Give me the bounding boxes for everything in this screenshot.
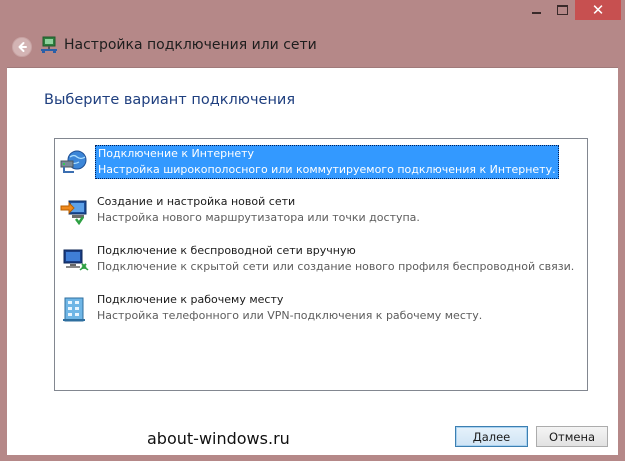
close-icon: ✕ bbox=[591, 1, 605, 19]
wireless-computer-icon bbox=[63, 249, 89, 271]
connection-options-list[interactable]: Подключение к Интернету Настройка широко… bbox=[54, 138, 588, 391]
next-button[interactable]: Далее bbox=[455, 426, 528, 447]
option-wireless-manual[interactable]: Подключение к беспроводной сети вручную … bbox=[57, 243, 585, 277]
maximize-icon bbox=[556, 5, 568, 15]
option-internet[interactable]: Подключение к Интернету Настройка широко… bbox=[57, 145, 585, 179]
back-button[interactable] bbox=[12, 37, 32, 57]
page-heading: Выберите вариант подключения bbox=[44, 92, 296, 108]
option-internet-text: Подключение к Интернету Настройка широко… bbox=[95, 145, 559, 179]
minimize-button[interactable] bbox=[523, 0, 549, 20]
content-panel: Выберите вариант подключения Подключение… bbox=[7, 67, 618, 455]
globe-network-icon bbox=[60, 150, 87, 173]
option-workplace-text: Подключение к рабочему месту Настройка т… bbox=[95, 292, 484, 324]
back-arrow-icon bbox=[18, 42, 27, 52]
workplace-building-icon bbox=[63, 297, 85, 322]
watermark-text: about-windows.ru bbox=[147, 429, 290, 448]
window-title: Настройка подключения или сети bbox=[64, 37, 317, 53]
option-description: Настройка нового маршрутизатора или точк… bbox=[97, 211, 420, 224]
option-description: Подключение к скрытой сети или создание … bbox=[97, 260, 575, 273]
option-description: Настройка телефонного или VPN-подключени… bbox=[97, 309, 483, 322]
option-wireless-text: Подключение к беспроводной сети вручную … bbox=[95, 243, 576, 275]
option-title: Создание и настройка новой сети bbox=[97, 195, 296, 208]
cancel-button[interactable]: Отмена bbox=[536, 426, 608, 447]
router-setup-icon bbox=[60, 200, 87, 225]
close-button[interactable]: ✕ bbox=[575, 0, 621, 20]
maximize-button[interactable] bbox=[549, 0, 575, 20]
option-workplace[interactable]: Подключение к рабочему месту Настройка т… bbox=[57, 292, 585, 326]
option-new-network[interactable]: Создание и настройка новой сети Настройк… bbox=[57, 194, 585, 228]
network-setup-icon bbox=[41, 36, 57, 53]
option-title: Подключение к рабочему месту bbox=[97, 293, 284, 306]
minimize-icon bbox=[531, 12, 541, 14]
option-new-network-text: Создание и настройка новой сети Настройк… bbox=[95, 194, 422, 226]
option-title: Подключение к Интернету bbox=[98, 147, 255, 160]
option-description: Настройка широкополосного или коммутируе… bbox=[98, 163, 556, 176]
dialog-window: ✕ Настройка подключения или сети Выберит… bbox=[0, 0, 625, 461]
option-title: Подключение к беспроводной сети вручную bbox=[97, 244, 356, 257]
